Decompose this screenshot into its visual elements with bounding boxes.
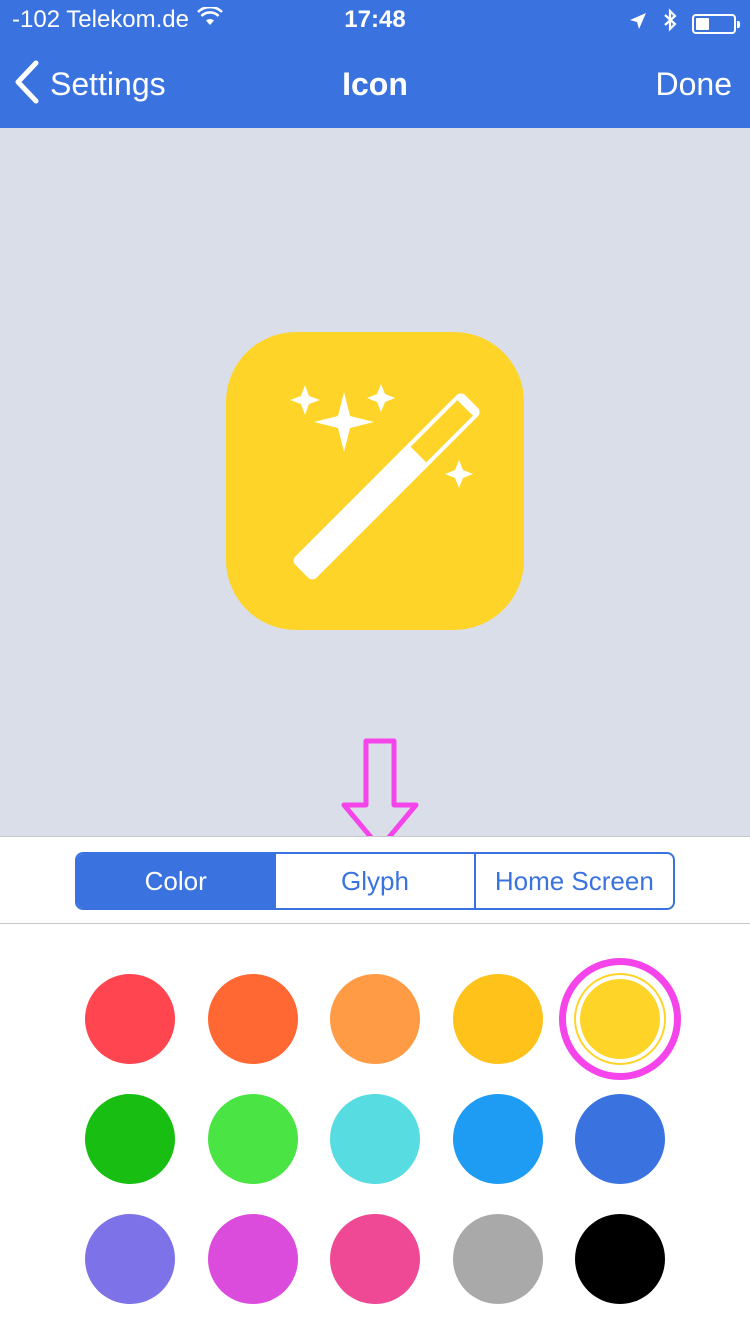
battery-icon	[692, 13, 740, 34]
segment-color[interactable]: Color	[77, 854, 275, 908]
status-bar: -102 Telekom.de 17:48	[0, 0, 750, 40]
color-swatch[interactable]	[85, 974, 175, 1064]
color-swatch[interactable]	[575, 1094, 665, 1184]
icon-preview-area	[0, 128, 750, 851]
color-swatch[interactable]	[85, 1214, 175, 1304]
color-swatch[interactable]	[330, 1214, 420, 1304]
bluetooth-icon	[662, 8, 678, 39]
color-swatch[interactable]	[208, 1094, 298, 1184]
color-swatch[interactable]	[453, 974, 543, 1064]
segment-home-screen[interactable]: Home Screen	[473, 854, 673, 908]
status-right	[628, 8, 740, 39]
color-swatch[interactable]	[330, 1094, 420, 1184]
done-button[interactable]: Done	[656, 66, 733, 103]
selected-ring	[574, 973, 666, 1065]
segment-glyph[interactable]: Glyph	[274, 854, 473, 908]
page-title: Icon	[342, 66, 408, 102]
color-swatch[interactable]	[208, 1214, 298, 1304]
segment-bar: Color Glyph Home Screen	[0, 836, 750, 924]
app-icon-preview	[226, 332, 524, 630]
color-swatch[interactable]	[453, 1094, 543, 1184]
color-swatch[interactable]	[85, 1094, 175, 1184]
color-swatch[interactable]	[453, 1214, 543, 1304]
navigation-bar: Settings Icon Done	[0, 40, 750, 128]
header: -102 Telekom.de 17:48 Settings Icon Done	[0, 0, 750, 128]
selected-swatch-fill	[580, 979, 660, 1059]
color-swatch[interactable]	[208, 974, 298, 1064]
color-swatch[interactable]	[330, 974, 420, 1064]
location-arrow-icon	[628, 10, 648, 38]
color-swatch-selected[interactable]	[559, 958, 681, 1080]
segmented-control: Color Glyph Home Screen	[75, 852, 675, 910]
color-swatch[interactable]	[575, 1214, 665, 1304]
magic-wand-icon	[290, 384, 480, 580]
battery-fill	[696, 17, 709, 30]
